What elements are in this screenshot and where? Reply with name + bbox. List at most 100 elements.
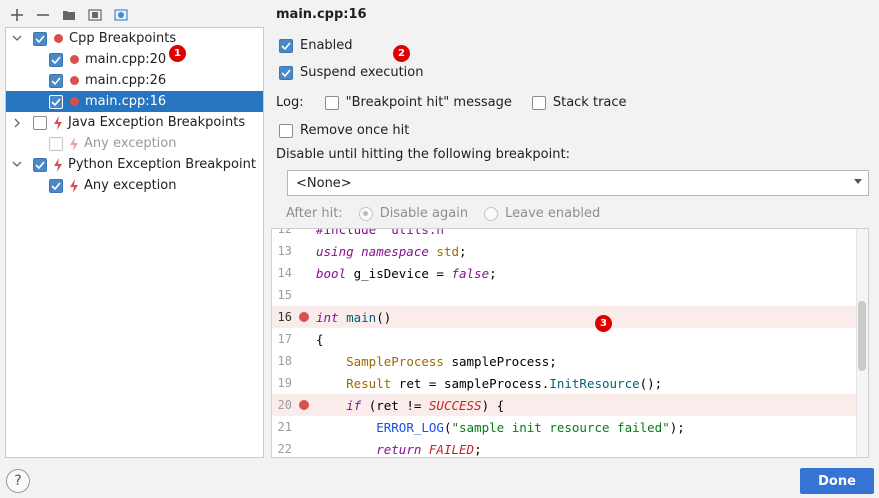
code-line-breakpoint: 20 if (ret != SUCCESS) { (272, 394, 868, 416)
cpp-group-checkbox[interactable] (33, 31, 47, 46)
remove-once-option[interactable]: Remove once hit (279, 123, 409, 138)
code-line: 14 bool g_isDevice = false; (272, 262, 868, 284)
code-text: int (316, 309, 339, 325)
dropdown-arrow-icon (854, 179, 862, 184)
code-line: 15 (272, 284, 868, 306)
breakpoint-checkbox[interactable] (49, 73, 63, 88)
tree-item-main-cpp-26[interactable]: main.cpp:26 (6, 70, 263, 91)
tree-group-java[interactable]: Java Exception Breakpoints (6, 112, 263, 133)
code-text: main (346, 309, 377, 325)
code-text: "sample init resource failed" (451, 419, 670, 435)
help-icon: ? (14, 473, 22, 489)
lightning-icon (52, 157, 64, 172)
editor-scrollbar[interactable] (856, 229, 868, 457)
code-line: 22 return FAILED; (272, 438, 868, 457)
line-number: 18 (277, 354, 292, 368)
breakpoint-dot-icon (70, 97, 79, 106)
code-text: #include "utils.h" (316, 228, 452, 237)
tree-item-label: main.cpp:26 (85, 73, 167, 88)
code-line: 18 SampleProcess sampleProcess; (272, 350, 868, 372)
enabled-checkbox[interactable] (279, 38, 293, 53)
lightning-icon (68, 136, 80, 151)
line-number: 13 (277, 244, 292, 258)
code-text: { (316, 331, 324, 347)
annotation-badge-2: 2 (393, 45, 410, 62)
tree-group-python[interactable]: Python Exception Breakpoint (6, 154, 263, 175)
lightning-icon (68, 178, 80, 193)
breakpoint-marker-icon[interactable] (292, 400, 316, 410)
line-number: 15 (277, 288, 292, 302)
stack-trace-label: Stack trace (552, 95, 627, 110)
code-text: ERROR_LOG (376, 419, 444, 435)
combo-value: <None> (296, 175, 352, 191)
code-line: 19 Result ret = sampleProcess.InitResour… (272, 372, 868, 394)
line-number: 19 (277, 376, 292, 390)
code-text: (ret != (361, 397, 429, 413)
breakpoints-tree: Cpp Breakpoints main.cpp:20 main.cpp:26 … (5, 27, 264, 458)
code-text: FAILED (428, 441, 475, 457)
tree-item-label: Any exception (84, 178, 177, 193)
annotation-badge-1: 1 (169, 45, 186, 62)
code-text: ret = sampleProcess. (391, 375, 550, 391)
line-number: 21 (277, 420, 292, 434)
code-text: SampleProcess (346, 353, 444, 369)
disable-until-combo[interactable]: <None> (287, 170, 869, 196)
tree-item-label: main.cpp:16 (85, 94, 167, 109)
tree-item-python-any-exception[interactable]: Any exception (6, 175, 263, 196)
tree-item-java-any-exception[interactable]: Any exception (6, 133, 263, 154)
annotation-badge-3: 3 (595, 315, 612, 332)
breakpoint-checkbox[interactable] (49, 178, 63, 193)
suspend-checkbox[interactable] (279, 65, 293, 80)
breakpoint-dot-icon (70, 55, 79, 64)
code-text: ; (489, 265, 497, 281)
tree-group-label: Java Exception Breakpoints (68, 115, 246, 130)
code-text: false (451, 265, 490, 281)
chevron-down-icon[interactable] (10, 32, 24, 46)
breakpoint-checkbox[interactable] (49, 94, 63, 109)
enabled-label: Enabled (300, 38, 353, 53)
chevron-right-icon[interactable] (10, 116, 24, 130)
breakpoint-marker-icon[interactable] (292, 312, 316, 322)
code-text: g_isDevice = (346, 265, 452, 281)
done-button[interactable]: Done (800, 468, 874, 494)
code-preview[interactable]: 12 #include "utils.h" 13 using namespace… (271, 228, 869, 458)
disable-until-label: Disable until hitting the following brea… (276, 147, 570, 162)
code-text: using namespace (316, 243, 429, 259)
line-number: 17 (277, 332, 292, 346)
tree-group-cpp[interactable]: Cpp Breakpoints (6, 28, 263, 49)
java-group-checkbox[interactable] (33, 115, 47, 130)
tree-item-main-cpp-20[interactable]: main.cpp:20 (6, 49, 263, 70)
disable-until-text: Disable until hitting the following brea… (276, 147, 570, 162)
breakpoint-checkbox[interactable] (49, 52, 63, 67)
tree-item-main-cpp-16[interactable]: main.cpp:16 (6, 91, 263, 112)
log-message-label: "Breakpoint hit" message (345, 95, 512, 110)
code-text: () (376, 309, 392, 325)
disable-again-radio[interactable] (358, 206, 373, 221)
group-file-icon[interactable] (84, 5, 106, 25)
remove-once-checkbox[interactable] (279, 123, 293, 138)
code-text: sampleProcess; (443, 353, 557, 369)
add-icon[interactable] (6, 5, 28, 25)
suspend-option[interactable]: Suspend execution (279, 65, 424, 80)
help-button[interactable]: ? (6, 469, 30, 493)
code-text: ); (669, 419, 685, 435)
leave-enabled-radio[interactable] (484, 206, 499, 221)
group-folder-icon[interactable] (58, 5, 80, 25)
chevron-down-icon[interactable] (10, 158, 24, 172)
code-text: if (346, 397, 362, 413)
log-message-checkbox[interactable] (324, 95, 339, 110)
tree-item-label: main.cpp:20 (85, 52, 167, 67)
breakpoint-dot-icon (70, 76, 79, 85)
code-text: InitResource (549, 375, 640, 391)
stack-trace-checkbox[interactable] (531, 95, 546, 110)
remove-icon[interactable] (32, 5, 54, 25)
line-number: 12 (277, 228, 292, 236)
breakpoint-checkbox[interactable] (49, 136, 63, 151)
code-line-breakpoint: 16 int main() (272, 306, 868, 328)
line-number: 22 (277, 442, 292, 456)
scrollbar-thumb[interactable] (858, 301, 866, 371)
filter-icon[interactable] (110, 5, 132, 25)
python-group-checkbox[interactable] (33, 157, 47, 172)
enabled-option[interactable]: Enabled (279, 38, 353, 53)
code-text: std (436, 243, 459, 259)
